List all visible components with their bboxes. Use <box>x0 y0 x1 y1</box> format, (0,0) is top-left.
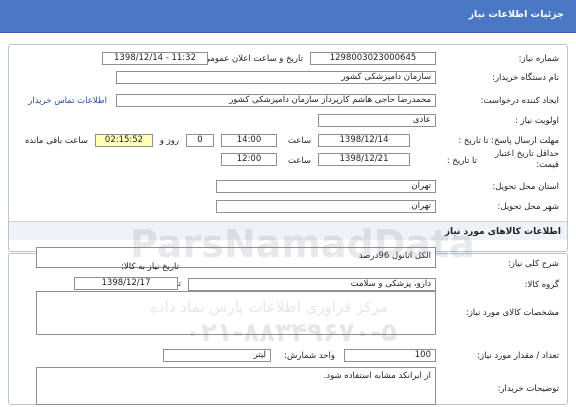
need-number-label: شماره نیاز: <box>518 54 559 64</box>
quantity-field: 100 <box>344 349 436 362</box>
announce-date-label: تاریخ و ساعت اعلان عمومی: <box>200 54 303 64</box>
group-field: دارو، پزشکی و سلامت <box>188 278 436 291</box>
page-header: جزئیات اطلاعات نیاز <box>0 0 576 33</box>
creator-field: محمدرضا حاجی هاشم کارپرداز سازمان دامپزش… <box>116 94 436 107</box>
validity-time-field: 12:00 <box>221 153 277 166</box>
buyer-contact-link[interactable]: اطلاعات تماس خریدار <box>28 96 107 106</box>
need-number-field: 1298003023000645 <box>310 52 436 65</box>
buyer-notes-field: از ایرانکد مشابه استفاده شود. <box>36 367 436 405</box>
delivery-city-label: شهر محل تحویل: <box>497 202 559 212</box>
delivery-city-field: تهران <box>216 200 436 213</box>
page-title: جزئیات اطلاعات نیاز <box>468 9 564 20</box>
creator-label: ایجاد کننده درخواست: <box>480 96 559 106</box>
specs-label: مشخصات کالای مورد نیاز: <box>465 308 559 318</box>
remaining-time-field: 02:15:52 <box>95 134 153 147</box>
group-label: گروه کالا: <box>524 280 559 290</box>
until-date-label: تا تاریخ : <box>446 156 477 166</box>
delivery-province-field: تهران <box>216 180 436 193</box>
deadline-label: مهلت ارسال پاسخ: تا تاریخ : <box>458 136 559 146</box>
need-date-field: 1398/12/17 <box>74 277 178 290</box>
deadline-date-field: 1398/12/14 <box>318 134 410 147</box>
price-validity-label-2: قیمت: <box>536 160 559 170</box>
quantity-label: تعداد / مقدار مورد نیاز: <box>477 351 559 361</box>
specs-field <box>36 291 436 335</box>
remaining-label: ساعت باقی مانده <box>24 136 88 146</box>
buyer-org-label: نام دستگاه خریدار: <box>492 73 559 83</box>
buyer-org-field: سازمان دامپزشکی کشور <box>116 71 436 84</box>
deadline-time-label: ساعت <box>287 136 311 146</box>
validity-time-label: ساعت <box>287 156 311 166</box>
days-and-label: روز و <box>159 136 179 146</box>
announce-date-field: 1398/12/14 - 11:32 <box>102 52 208 65</box>
goods-section-header: اطلاعات کالاهای مورد نیاز <box>9 221 567 240</box>
need-info-panel: شماره نیاز: 1298003023000645 تاریخ و ساع… <box>8 44 568 252</box>
buyer-notes-label: توضیحات خریدار: <box>497 384 559 394</box>
price-validity-label: حداقل تاریخ اعتبار <box>494 149 559 159</box>
priority-label: اولویت نیاز : <box>514 116 559 126</box>
delivery-province-label: استان محل تحویل: <box>492 182 559 192</box>
validity-date-field: 1398/12/21 <box>318 153 410 166</box>
need-date-label: تاریخ نیاز به کالا: <box>121 262 179 272</box>
deadline-time-field: 14:00 <box>221 134 277 147</box>
remaining-days-field: 0 <box>186 134 214 147</box>
unit-field: لیتر <box>163 349 271 362</box>
summary-field: الکل اتانول 96درصد <box>36 247 436 268</box>
priority-field: عادی <box>318 114 436 127</box>
goods-section-title: اطلاعات کالاهای مورد نیاز <box>444 227 561 237</box>
unit-label: واحد شمارش: <box>284 351 335 361</box>
goods-panel: شرح کلی نیاز: الکل اتانول 96درصد گروه کا… <box>8 247 568 405</box>
summary-label: شرح کلی نیاز: <box>507 259 559 269</box>
